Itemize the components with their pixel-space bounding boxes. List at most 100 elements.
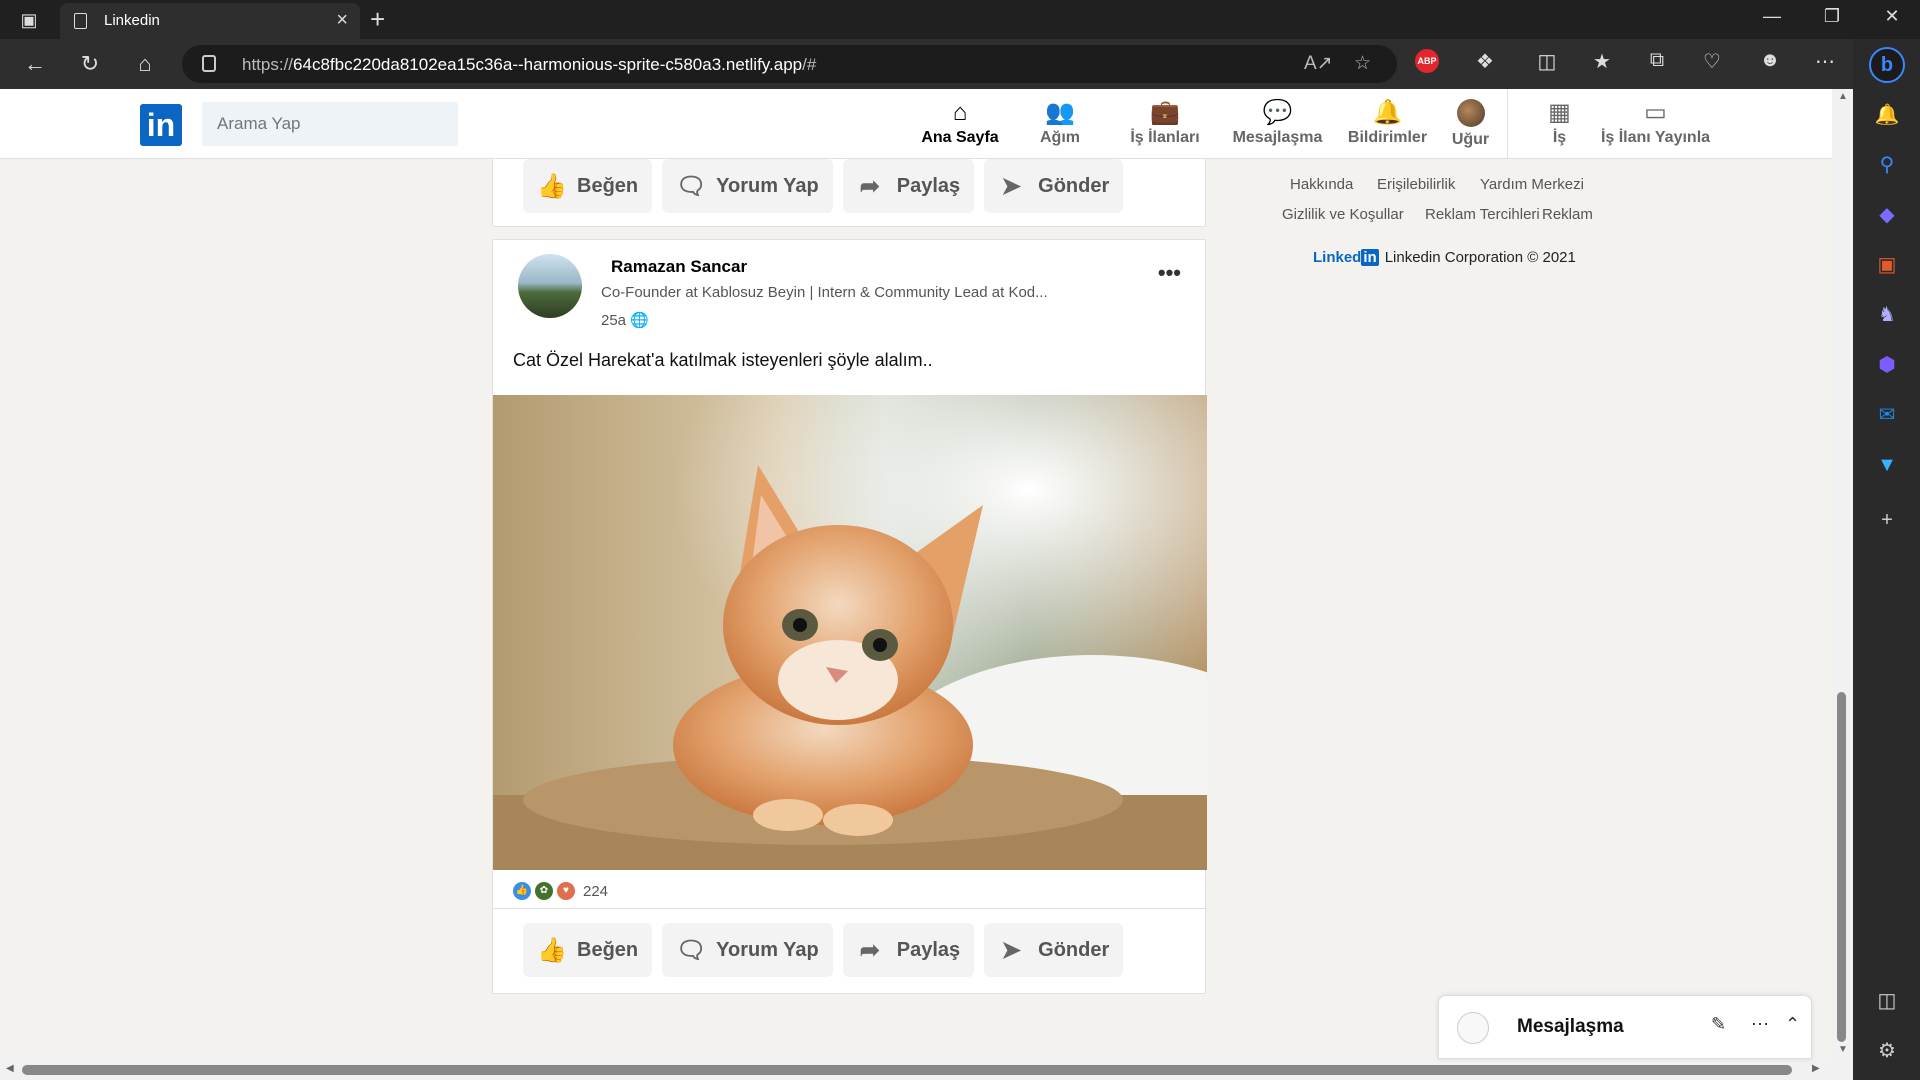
more-options-icon[interactable]: ••• — [1158, 260, 1181, 286]
tools-icon[interactable]: ▣ — [1873, 251, 1901, 279]
search-input[interactable] — [202, 102, 458, 146]
copilot-icon[interactable]: ⬢ — [1873, 351, 1901, 379]
read-aloud-icon[interactable]: A↗ — [1304, 52, 1333, 75]
scroll-right-icon[interactable]: ▶ — [1812, 1063, 1820, 1074]
browser-tab[interactable]: Linkedin × — [60, 3, 360, 39]
refresh-icon[interactable]: ↻ — [75, 51, 105, 77]
nav-network-label: Ağım — [1040, 129, 1080, 146]
post-time: 25a 🌐 — [601, 312, 649, 329]
nav-messaging[interactable]: 💬 Mesajlaşma — [1230, 99, 1325, 147]
like-button[interactable]: 👍 Beğen — [523, 159, 653, 213]
vertical-scrollbar[interactable]: ▲ ▼ — [1832, 89, 1853, 1059]
collections-icon[interactable]: ⧉ — [1642, 49, 1672, 72]
nav-me-label: Uğur — [1451, 131, 1490, 148]
messaging-dock[interactable]: Mesajlaşma ✎ ⋯ ⌃ — [1438, 995, 1812, 1059]
sidebar-settings-icon[interactable]: ⚙ — [1873, 1037, 1901, 1065]
browser-tab-bar: ▣ Linkedin × + — ❐ ✕ — [0, 0, 1920, 39]
post-actions: 👍 Beğen 🗨 Yorum Yap ➦ Paylaş ➤ Gönder — [523, 923, 1124, 977]
settings-more-icon[interactable]: ⋯ — [1810, 49, 1840, 74]
url-bar[interactable]: https://64c8fbc220da8102ea15c36a--harmon… — [182, 45, 1397, 83]
send-button[interactable]: ➤ Gönder — [984, 923, 1124, 977]
chevron-up-icon[interactable]: ⌃ — [1785, 1014, 1800, 1035]
close-tab-icon[interactable]: × — [336, 9, 348, 32]
briefcase-icon: 💼 — [1150, 99, 1180, 126]
nav-me[interactable]: Uğur — [1448, 99, 1493, 149]
comment-button[interactable]: 🗨 Yorum Yap — [662, 159, 833, 213]
profile-icon[interactable]: ☻ — [1755, 49, 1785, 72]
favorite-star-icon[interactable]: ☆ — [1354, 52, 1371, 75]
send-icon: ➤ — [1001, 936, 1022, 964]
reactions-summary[interactable]: 👍 ✿ ♥ 224 — [513, 882, 608, 900]
sidebar-layout-icon[interactable]: ◫ — [1873, 987, 1901, 1015]
horizontal-scrollbar[interactable]: ◀ ▶ — [0, 1059, 1853, 1080]
nav-home[interactable]: ⌂ Ana Sayfa — [920, 99, 1000, 147]
new-tab-button[interactable]: + — [370, 4, 385, 35]
footer-link-about[interactable]: Hakkında — [1290, 176, 1353, 193]
lock-icon — [202, 55, 216, 72]
scroll-up-icon[interactable]: ▲ — [1838, 91, 1848, 102]
drop-icon[interactable]: ▼ — [1873, 451, 1901, 479]
footer-link-help[interactable]: Yardım Merkezi — [1480, 176, 1584, 193]
send-label: Gönder — [1038, 938, 1110, 961]
back-icon[interactable]: ← — [20, 51, 50, 77]
add-sidebar-icon[interactable]: + — [1873, 506, 1901, 534]
corporation-line: Linked in Linkedin Corporation © 2021 — [1313, 249, 1576, 266]
post-text: Cat Özel Harekat'a katılmak isteyenleri … — [513, 350, 933, 370]
minimize-button[interactable]: — — [1752, 6, 1792, 27]
post-actions: 👍 Beğen 🗨 Yorum Yap ➦ Paylaş ➤ Gönder — [523, 159, 1124, 213]
nav-jobs-label: İş İlanları — [1130, 129, 1200, 146]
more-icon[interactable]: ⋯ — [1751, 1014, 1769, 1035]
nav-work[interactable]: ▦ İş — [1537, 99, 1582, 147]
linkedin-small-logo: Linked in — [1313, 249, 1379, 266]
author-name[interactable]: Ramazan Sancar — [611, 257, 747, 277]
comment-icon: 🗨 — [676, 936, 707, 964]
thumbs-up-icon: 👍 — [537, 172, 567, 200]
footer-link-ads[interactable]: Reklam — [1542, 206, 1593, 223]
post-image[interactable] — [493, 395, 1207, 870]
close-window-button[interactable]: ✕ — [1872, 6, 1912, 27]
nav-jobs[interactable]: 💼 İş İlanları — [1125, 99, 1205, 147]
grid-icon: ▦ — [1548, 99, 1571, 126]
post-card: Ramazan Sancar Co-Founder at Kablosuz Be… — [492, 239, 1207, 994]
scroll-left-icon[interactable]: ◀ — [6, 1063, 14, 1074]
comment-label: Yorum Yap — [716, 938, 819, 961]
favorites-icon[interactable]: ★ — [1587, 49, 1617, 74]
performance-icon[interactable]: ♡ — [1697, 49, 1727, 74]
like-button[interactable]: 👍 Beğen — [523, 923, 653, 977]
bing-icon[interactable]: b — [1869, 47, 1905, 83]
nav-network[interactable]: 👥 Ağım — [1030, 99, 1090, 147]
split-screen-icon[interactable]: ◫ — [1532, 49, 1562, 74]
search-sidebar-icon[interactable]: ⚲ — [1873, 151, 1901, 179]
send-button[interactable]: ➤ Gönder — [984, 159, 1124, 213]
nav-notifications[interactable]: 🔔 Bildirimler — [1345, 99, 1430, 147]
thumbs-up-icon: 👍 — [537, 936, 567, 964]
footer-link-privacy[interactable]: Gizlilik ve Koşullar — [1282, 206, 1404, 223]
vertical-scroll-thumb[interactable] — [1837, 692, 1846, 1042]
linkedin-logo[interactable]: in — [140, 104, 182, 146]
footer-link-ad-preferences[interactable]: Reklam Tercihleri — [1425, 206, 1540, 223]
like-label: Beğen — [577, 938, 639, 961]
scroll-down-icon[interactable]: ▼ — [1838, 1044, 1848, 1055]
share-button[interactable]: ➦ Paylaş — [842, 923, 975, 977]
nav-post-job[interactable]: ▭ İş İlanı Yayınla — [1598, 99, 1713, 147]
horizontal-scroll-thumb[interactable] — [22, 1065, 1792, 1075]
kitten-image — [493, 395, 1207, 870]
games-icon[interactable]: ♞ — [1873, 301, 1901, 329]
shopping-icon[interactable]: ◆ — [1873, 201, 1901, 229]
adblock-icon[interactable]: ABP — [1415, 49, 1445, 73]
extensions-icon[interactable]: ❖ — [1470, 49, 1500, 74]
footer-link-accessibility[interactable]: Erişilebilirlik — [1377, 176, 1455, 193]
tab-actions-icon[interactable]: ▣ — [18, 9, 40, 31]
notifications-sidebar-icon[interactable]: 🔔 — [1873, 101, 1901, 129]
send-icon: ➤ — [1001, 172, 1022, 200]
author-avatar[interactable] — [518, 254, 582, 318]
restore-button[interactable]: ❐ — [1812, 6, 1852, 27]
home-browser-icon[interactable]: ⌂ — [130, 51, 160, 77]
outlook-icon[interactable]: ✉ — [1873, 401, 1901, 429]
share-label: Paylaş — [896, 174, 961, 197]
nav-home-label: Ana Sayfa — [921, 129, 999, 146]
comment-button[interactable]: 🗨 Yorum Yap — [662, 923, 833, 977]
like-label: Beğen — [577, 174, 639, 197]
compose-icon[interactable]: ✎ — [1711, 1014, 1726, 1035]
share-button[interactable]: ➦ Paylaş — [842, 159, 975, 213]
